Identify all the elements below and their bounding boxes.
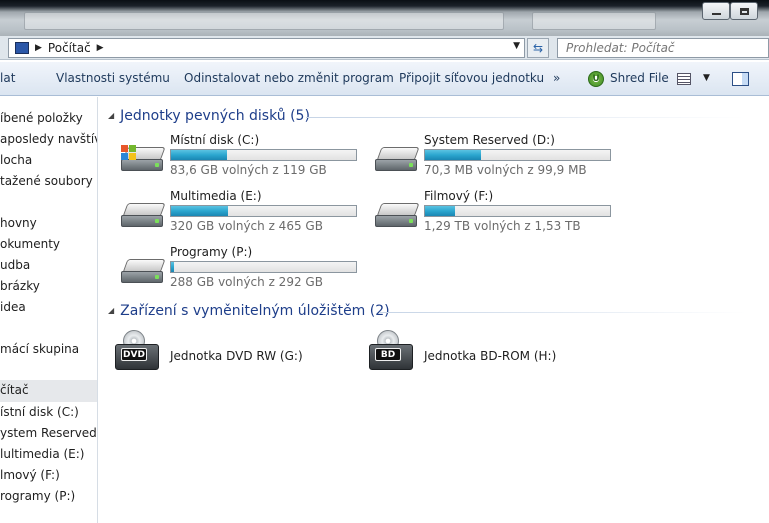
nav-item-drive-f[interactable]: lmový (F:) bbox=[0, 468, 60, 482]
refresh-icon: ⇆ bbox=[532, 41, 544, 55]
drive-badge: BD bbox=[375, 348, 401, 361]
drive-free-space: 83,6 GB volných z 119 GB bbox=[170, 163, 327, 177]
hard-disk-icon bbox=[121, 259, 166, 285]
nav-item-desktop[interactable]: locha bbox=[0, 153, 32, 167]
drive-usage-bar bbox=[170, 261, 357, 273]
drive-name: Místní disk (C:) bbox=[170, 133, 260, 147]
search-input[interactable]: Prohledat: Počítač bbox=[557, 38, 769, 58]
nav-item-homegroup[interactable]: mácí skupina bbox=[0, 342, 79, 356]
breadcrumb-computer[interactable]: Počítač bbox=[48, 41, 91, 55]
drive-name: Programy (P:) bbox=[170, 245, 253, 259]
drive-usage-bar bbox=[170, 149, 357, 161]
drive-usage-bar bbox=[170, 205, 357, 217]
more-commands-button[interactable]: » bbox=[553, 71, 560, 85]
nav-item-libraries[interactable]: hovny bbox=[0, 216, 37, 230]
map-network-drive-button[interactable]: Připojit síťovou jednotku bbox=[399, 71, 544, 85]
nav-item-downloads[interactable]: tažené soubory bbox=[0, 174, 93, 188]
maximize-icon bbox=[739, 7, 749, 15]
nav-item-favorites[interactable]: íbené položky bbox=[0, 111, 83, 125]
drive-tile-c[interactable]: Místní disk (C:) 83,6 GB volných z 119 GB bbox=[115, 133, 365, 185]
nav-item-drive-c[interactable]: ístní disk (C:) bbox=[0, 405, 79, 419]
window-title-bar bbox=[0, 0, 769, 36]
drive-tile-bd[interactable]: BD Jednotka BD-ROM (H:) bbox=[369, 330, 619, 376]
refresh-button[interactable]: ⇆ bbox=[527, 38, 549, 58]
drive-tile-dvd[interactable]: DVD Jednotka DVD RW (G:) bbox=[115, 330, 365, 376]
hard-disk-icon bbox=[121, 203, 166, 229]
drive-tile-p[interactable]: Programy (P:) 288 GB volných z 292 GB bbox=[115, 245, 365, 297]
drive-usage-fill bbox=[171, 262, 174, 272]
drive-name: Jednotka DVD RW (G:) bbox=[170, 349, 303, 363]
drive-free-space: 1,29 TB volných z 1,53 TB bbox=[424, 219, 581, 233]
hard-disk-icon bbox=[121, 145, 166, 173]
drive-tile-f[interactable]: Filmový (F:) 1,29 TB volných z 1,53 TB bbox=[369, 189, 619, 241]
nav-item-videos[interactable]: idea bbox=[0, 300, 26, 314]
group-header-removable[interactable]: ◢ Zařízení s vyměnitelným úložištěm (2) bbox=[108, 303, 390, 319]
drive-name: Jednotka BD-ROM (H:) bbox=[424, 349, 557, 363]
address-bar[interactable]: ▶ Počítač ▶ ▼ bbox=[8, 38, 525, 58]
address-history-dropdown-icon[interactable]: ▼ bbox=[513, 41, 520, 51]
navigation-pane: íbené položky aposledy navštíven locha t… bbox=[0, 97, 98, 523]
windows-logo-icon bbox=[121, 145, 137, 161]
collapse-chevron-icon: ◢ bbox=[108, 306, 115, 315]
optical-drive-icon: DVD bbox=[115, 330, 161, 376]
hard-disk-icon bbox=[375, 203, 420, 229]
uninstall-program-button[interactable]: Odinstalovat nebo změnit program bbox=[184, 71, 394, 85]
nav-item-drive-p[interactable]: rogramy (P:) bbox=[0, 489, 75, 503]
nav-item-pictures[interactable]: brázky bbox=[0, 279, 40, 293]
maximize-button[interactable] bbox=[730, 2, 758, 20]
shred-file-button[interactable]: Shred File bbox=[610, 71, 669, 85]
hard-disk-icon bbox=[375, 147, 420, 173]
drive-name: Filmový (F:) bbox=[424, 189, 494, 203]
nav-item-drive-d[interactable]: ystem Reserved (D: bbox=[0, 426, 97, 440]
drive-badge: DVD bbox=[121, 348, 147, 361]
drive-tile-e[interactable]: Multimedia (E:) 320 GB volných z 465 GB bbox=[115, 189, 365, 241]
group-header-hard-disks[interactable]: ◢ Jednotky pevných disků (5) bbox=[108, 108, 310, 124]
group-divider bbox=[306, 117, 746, 118]
drive-name: System Reserved (D:) bbox=[424, 133, 555, 147]
nav-item-drive-e[interactable]: lultimedia (E:) bbox=[0, 447, 85, 461]
shred-file-icon: U bbox=[588, 71, 604, 87]
optical-drive-icon: BD bbox=[369, 330, 415, 376]
view-options-icon[interactable] bbox=[677, 73, 691, 85]
drive-usage-bar bbox=[424, 205, 611, 217]
view-options-dropdown-icon[interactable]: ▼ bbox=[703, 73, 710, 83]
nav-item-recent-places[interactable]: aposledy navštíven bbox=[0, 132, 97, 146]
computer-icon bbox=[15, 42, 29, 54]
drive-tile-d[interactable]: System Reserved (D:) 70,3 MB volných z 99… bbox=[369, 133, 619, 185]
background-window-search bbox=[532, 12, 656, 30]
drive-free-space: 320 GB volných z 465 GB bbox=[170, 219, 323, 233]
drive-name: Multimedia (E:) bbox=[170, 189, 262, 203]
breadcrumb-chevron-icon[interactable]: ▶ bbox=[97, 43, 104, 53]
organize-button[interactable]: lat bbox=[0, 71, 15, 85]
drive-free-space: 70,3 MB volných z 99,9 MB bbox=[424, 163, 587, 177]
system-properties-button[interactable]: Vlastnosti systému bbox=[56, 71, 170, 85]
breadcrumb-chevron-icon[interactable]: ▶ bbox=[35, 43, 42, 53]
drive-usage-fill bbox=[425, 206, 455, 216]
nav-item-computer[interactable]: čítač bbox=[0, 380, 97, 402]
drive-usage-bar bbox=[424, 149, 611, 161]
preview-pane-icon[interactable] bbox=[732, 72, 749, 86]
address-row: ▶ Počítač ▶ ▼ ⇆ Prohledat: Počítač bbox=[0, 36, 769, 60]
group-divider bbox=[380, 312, 746, 313]
drive-usage-fill bbox=[171, 150, 227, 160]
minimize-button[interactable] bbox=[702, 2, 730, 20]
nav-item-music[interactable]: udba bbox=[0, 258, 30, 272]
command-bar: lat Vlastnosti systému Odinstalovat nebo… bbox=[0, 62, 769, 96]
drive-free-space: 288 GB volných z 292 GB bbox=[170, 275, 323, 289]
collapse-chevron-icon: ◢ bbox=[108, 111, 115, 120]
minimize-icon bbox=[711, 13, 721, 15]
nav-item-documents[interactable]: okumenty bbox=[0, 237, 60, 251]
drive-usage-fill bbox=[425, 150, 481, 160]
background-window-breadcrumb bbox=[24, 12, 504, 30]
drive-usage-fill bbox=[171, 206, 229, 216]
